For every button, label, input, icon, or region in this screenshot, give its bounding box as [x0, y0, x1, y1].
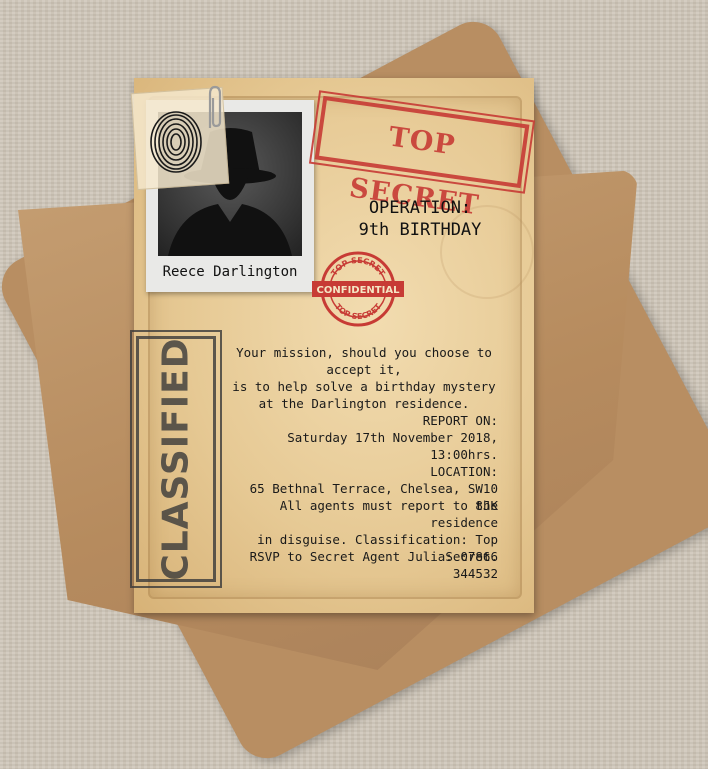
operation-title: OPERATION: 9th BIRTHDAY [330, 197, 510, 241]
confidential-label: CONFIDENTIAL [317, 285, 401, 296]
rsvp-line: RSVP to Secret Agent Julia: 07866 344532 [249, 549, 498, 581]
confidential-seal: TOP SECRET TOP SECRET CONFIDENTIAL [312, 251, 404, 327]
classified-stamp: CLASSIFIED [130, 330, 222, 588]
mission-line: is to help solve a birthday mystery [232, 379, 496, 394]
seal-bottom-text: TOP SECRET [333, 302, 383, 321]
mission-line: Your mission, should you choose to accep… [236, 345, 492, 377]
operation-line1: OPERATION: [368, 198, 472, 218]
mission-line: at the Darlington residence. [258, 396, 470, 411]
report-value: Saturday 17th November 2018, 13:00hrs. [287, 430, 498, 462]
report-label: REPORT ON: [422, 413, 498, 428]
mission-text: Your mission, should you choose to accep… [218, 344, 510, 412]
fingerprint-icon [150, 111, 202, 173]
svg-text:TOP SECRET: TOP SECRET [333, 302, 383, 321]
paperclip-icon [208, 85, 222, 128]
agents-line: All agents must report to the residence [279, 498, 498, 530]
agent-name: Reece Darlington [162, 264, 298, 280]
classified-label: CLASSIFIED [155, 337, 197, 581]
location-label: LOCATION: [430, 464, 498, 479]
operation-line2: 9th BIRTHDAY [358, 220, 482, 240]
